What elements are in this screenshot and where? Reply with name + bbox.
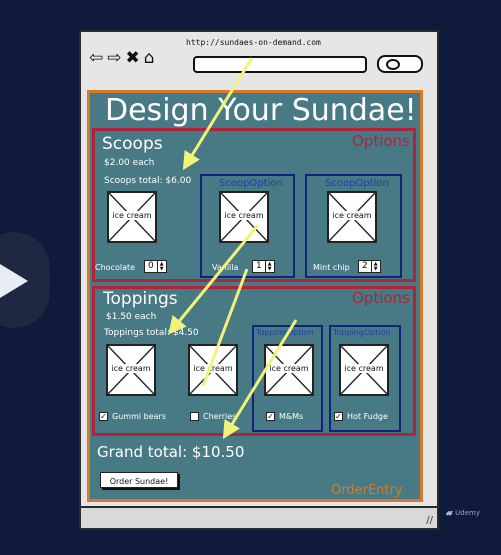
close-icon[interactable]: ✖ [126,50,140,67]
resize-grip-icon[interactable]: // [426,515,433,526]
topping-image: ice cream [188,344,238,396]
scoop-name: Vanilla [212,263,239,272]
topping-checkbox-checked[interactable]: ✓ [334,412,343,421]
grand-total: Grand total: $10.50 [97,443,245,461]
topping-name: Cherries [203,412,237,421]
scoop-name: Mint chip [313,263,350,272]
scoop-option-label: ScoopOption [325,178,389,189]
scoop-image: ice cream [327,191,377,243]
scoops-options-label: Options [352,132,410,150]
play-icon[interactable] [0,264,28,298]
browser-toolbar: http://sundaes-on-demand.com ⇦ ⇨ ✖ ⌂ [81,32,437,82]
scoop-name: Chocolate [95,263,136,272]
topping-image: ice cream [106,344,156,396]
udemy-logo: 𝓾 Udemy [446,507,480,518]
home-icon[interactable]: ⌂ [144,50,155,67]
stepper-arrows-icon[interactable]: ▲ ▼ [370,261,380,272]
toppings-total: Toppings total: $4.50 [104,328,199,338]
topping-checkbox-checked[interactable]: ✓ [99,412,108,421]
search-icon[interactable] [377,55,423,73]
topping-option-label: ToppingOption [333,328,391,337]
toppings-options-label: Options [352,289,410,307]
forward-arrow-icon[interactable]: ⇨ [107,50,121,67]
page-title: Design Your Sundae! [105,93,417,128]
scoop-quantity-stepper[interactable]: 0 ▲ ▼ [144,260,167,273]
topping-checkbox[interactable] [190,412,199,421]
scoop-quantity-stepper[interactable]: 2 ▲ ▼ [358,260,381,273]
url-text: http://sundaes-on-demand.com [186,38,321,47]
stepper-arrows-icon[interactable]: ▲ ▼ [156,261,166,272]
scoop-image: ice cream [107,191,157,243]
topping-option-label: ToppingOption [256,328,314,337]
toppings-title: Toppings [103,289,178,309]
scoops-price-each: $2.00 each [104,158,155,168]
topping-checkbox-checked[interactable]: ✓ [266,412,275,421]
nav-icons: ⇦ ⇨ ✖ ⌂ [89,50,155,67]
udemy-logo-icon: 𝓾 [446,507,453,518]
stepper-arrows-icon[interactable]: ▲ ▼ [264,261,274,272]
toppings-price-each: $1.50 each [106,312,157,322]
topping-image: ice cream [264,344,314,396]
back-arrow-icon[interactable]: ⇦ [89,50,103,67]
status-bar: // [81,506,437,528]
scoop-image: ice cream [219,191,269,243]
scoops-title: Scoops [102,134,163,154]
scoop-option-label: ScoopOption [219,178,283,189]
topping-name: M&Ms [279,412,304,421]
topping-image: ice cream [339,344,389,396]
order-sundae-button[interactable]: Order Sundae! [100,472,178,488]
scoop-quantity-stepper[interactable]: 1 ▲ ▼ [252,260,275,273]
scoops-total: Scoops total: $6.00 [104,176,192,186]
topping-name: Hot Fudge [347,412,388,421]
order-entry-label: OrderEntry [331,483,403,498]
address-bar[interactable] [193,56,367,73]
topping-name: Gummi bears [112,412,166,421]
